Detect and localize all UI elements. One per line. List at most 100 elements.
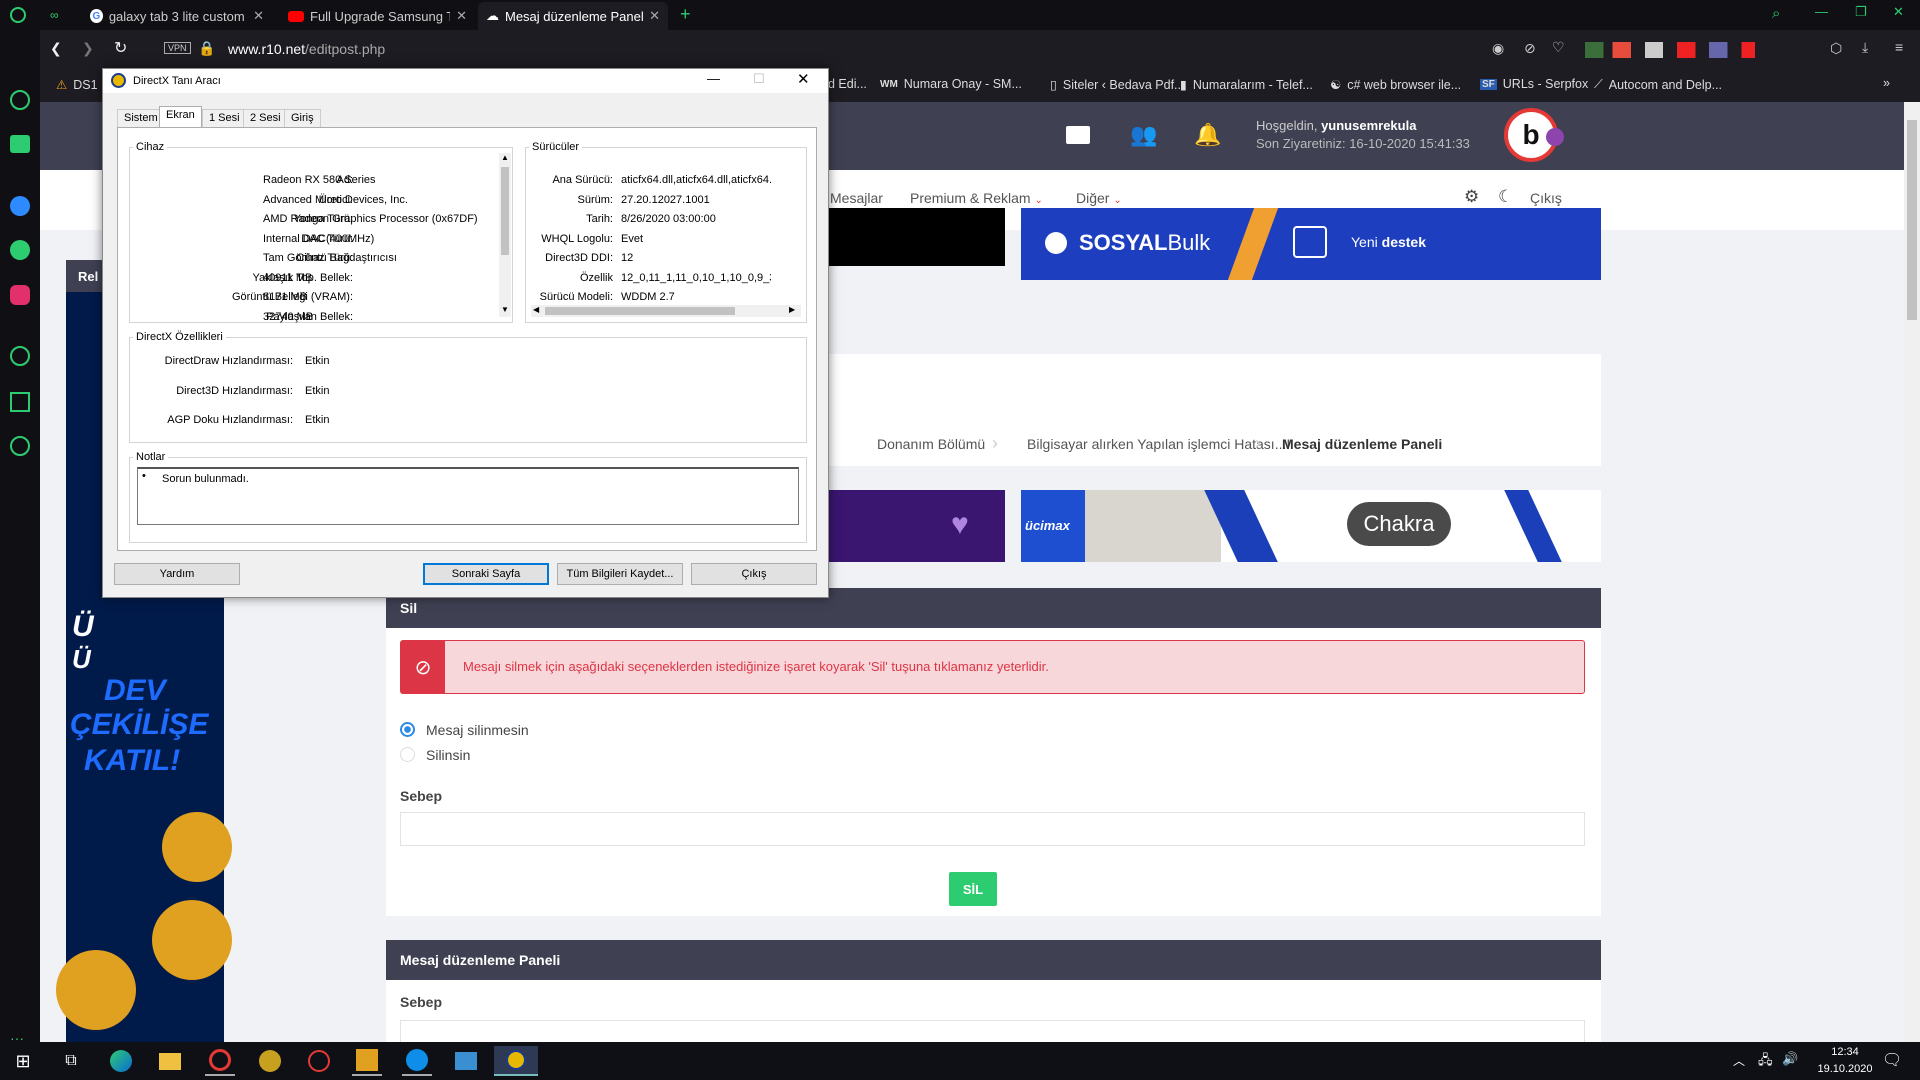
friends-icon[interactable]: 👥 [1130, 122, 1157, 148]
reason-input[interactable] [400, 812, 1585, 846]
radio-delete[interactable] [400, 747, 415, 762]
notifications-icon[interactable]: 🗨 [1882, 1050, 1902, 1070]
settings-icon[interactable]: ⚙ [1464, 187, 1479, 207]
device-scrollbar[interactable]: ▲ ▼ [499, 153, 511, 317]
tab-galaxy[interactable]: G galaxy tab 3 lite custom ro ✕ [82, 2, 272, 30]
help-button[interactable]: Yardım [114, 563, 240, 585]
minimize-icon[interactable]: — [1815, 4, 1828, 19]
tab-system[interactable]: Sistem [117, 109, 165, 127]
task-view-icon[interactable]: ⧉ [56, 1046, 86, 1076]
tab-edit-panel[interactable]: ☁ Mesaj düzenleme Paneli - F ✕ [478, 2, 668, 30]
breadcrumb-item[interactable]: Bilgisayar alırken Yapılan işlemci Hatas… [1027, 436, 1290, 452]
bookmark-item[interactable]: WM Numara Onay - SM... [880, 77, 1022, 91]
heart-icon[interactable]: ♡ [1552, 39, 1565, 56]
volume-icon[interactable]: 🔊 [1782, 1051, 1798, 1067]
ucimax-banner[interactable]: ücimax Chakra [1021, 490, 1601, 562]
nav-messages[interactable]: Mesajlar [830, 190, 883, 206]
scrollbar-thumb[interactable] [545, 307, 735, 315]
edge-icon[interactable] [106, 1046, 136, 1076]
more-bookmarks-icon[interactable]: » [1883, 76, 1890, 90]
bookmark-item[interactable]: ▯ Siteler ‹ Bedava Pdf... [1050, 77, 1184, 93]
delete-button[interactable]: SİL [949, 872, 997, 906]
back-icon[interactable]: ❮ [50, 40, 62, 57]
snapshot-icon[interactable]: ◉ [1492, 40, 1504, 57]
search-icon[interactable]: ⌕ [1772, 5, 1780, 22]
app-icon[interactable] [255, 1046, 285, 1076]
whatsapp-icon[interactable] [10, 240, 30, 260]
bookmark-item[interactable]: ▮ Numaralarım - Telef... [1180, 77, 1313, 93]
close-window-icon[interactable]: ✕ [1893, 4, 1904, 20]
download-icon[interactable]: ⤓ [1862, 39, 1868, 56]
file-explorer-icon[interactable] [155, 1046, 185, 1076]
close-icon[interactable]: ✕ [456, 8, 467, 24]
avatar-menu-icon[interactable] [1546, 128, 1564, 146]
nav-premium[interactable]: Premium & Reklam ⌄ [910, 190, 1043, 206]
scroll-down-icon[interactable]: ▼ [501, 305, 509, 314]
settings-icon[interactable] [10, 436, 30, 456]
bookmark-item[interactable]: SF URLs - Serpfox [1480, 77, 1588, 91]
app-icon[interactable] [304, 1046, 334, 1076]
close-icon[interactable]: ✕ [253, 8, 264, 24]
clock-date[interactable]: 19.10.2020 [1808, 1063, 1882, 1075]
tab-youtube[interactable]: Full Upgrade Samsung Tab ✕ [280, 2, 475, 30]
restore-icon[interactable]: ❐ [1855, 4, 1867, 20]
next-page-button[interactable]: Sonraki Sayfa [423, 563, 549, 585]
exit-button[interactable]: Çıkış [691, 563, 817, 585]
app-icon[interactable] [352, 1046, 382, 1076]
forward-icon[interactable]: ❯ [82, 40, 94, 57]
dialog-titlebar[interactable]: DirectX Tanı Aracı — ☐ ✕ [103, 69, 828, 93]
tab-display[interactable]: Ekran [159, 106, 202, 128]
dark-mode-icon[interactable]: ☾ [1498, 187, 1513, 207]
mail-icon[interactable] [1066, 126, 1090, 144]
windows-start-icon[interactable]: ⊞ [8, 1046, 38, 1076]
opera-logo-icon[interactable] [10, 7, 26, 23]
tab-input[interactable]: Giriş [284, 109, 321, 127]
network-icon[interactable]: 🖧 [1758, 1051, 1773, 1073]
close-icon[interactable]: ✕ [649, 8, 660, 24]
scrollbar-thumb[interactable] [1907, 120, 1917, 320]
adblock-icon[interactable]: ⊘ [1524, 40, 1536, 57]
drivers-hscrollbar[interactable]: ◀ ▶ [531, 305, 801, 317]
scrollbar-thumb[interactable] [501, 167, 509, 255]
speed-dial-icon[interactable] [10, 90, 30, 110]
logout-link[interactable]: Çıkış [1530, 190, 1562, 206]
extension-icons[interactable] [1585, 42, 1815, 58]
maximize-icon[interactable]: ☐ [753, 71, 765, 87]
scroll-up-icon[interactable]: ▲ [501, 153, 509, 162]
dark-banner[interactable] [827, 208, 1005, 266]
app-icon[interactable] [451, 1046, 481, 1076]
reload-icon[interactable]: ↻ [114, 38, 127, 58]
vpn-badge[interactable]: VPN [164, 42, 191, 54]
directx-taskbar-icon[interactable] [494, 1046, 538, 1076]
purple-banner[interactable]: ♥ [827, 490, 1005, 562]
clock-time[interactable]: 12:34 [1820, 1046, 1870, 1058]
teamviewer-icon[interactable] [402, 1046, 432, 1076]
sosyalbulk-banner[interactable]: SOSYALBulk Yeni destek [1021, 208, 1601, 280]
new-tab-button[interactable]: + [680, 4, 691, 25]
menu-icon[interactable]: ≡ [1895, 39, 1903, 55]
username-link[interactable]: yunusemrekula [1321, 118, 1416, 133]
twitch-icon[interactable] [10, 135, 30, 153]
cube-icon[interactable]: ⬡ [1830, 40, 1842, 57]
url-field[interactable]: www.r10.net/editpost.php [228, 41, 385, 57]
nav-other[interactable]: Diğer ⌄ [1076, 190, 1122, 206]
scroll-right-icon[interactable]: ▶ [789, 305, 795, 314]
bookmark-item[interactable]: d Edi... [828, 77, 867, 91]
notes-box[interactable]: • Sorun bulunmadı. [137, 467, 799, 525]
bookmark-item[interactable]: ⟋ Autocom and Delp... [1594, 77, 1722, 92]
bell-icon[interactable]: 🔔 [1194, 122, 1221, 148]
radio-delete-label[interactable]: Silinsin [426, 747, 470, 763]
tab-sound1[interactable]: 1 Sesi [202, 109, 247, 127]
minimize-icon[interactable]: — [707, 71, 720, 86]
close-icon[interactable]: ✕ [797, 70, 810, 88]
radio-keep[interactable] [400, 722, 415, 737]
reason-input[interactable] [400, 1020, 1585, 1042]
opera-gx-icon[interactable] [205, 1046, 235, 1076]
history-icon[interactable] [10, 346, 30, 366]
extensions-icon[interactable] [10, 392, 30, 412]
messenger-icon[interactable] [10, 196, 30, 216]
bookmark-item[interactable]: ⚠ DS1 [56, 77, 98, 93]
breadcrumb-item[interactable]: Donanım Bölümü [877, 436, 985, 452]
scroll-left-icon[interactable]: ◀ [533, 305, 539, 314]
save-all-button[interactable]: Tüm Bilgileri Kaydet... [557, 563, 683, 585]
